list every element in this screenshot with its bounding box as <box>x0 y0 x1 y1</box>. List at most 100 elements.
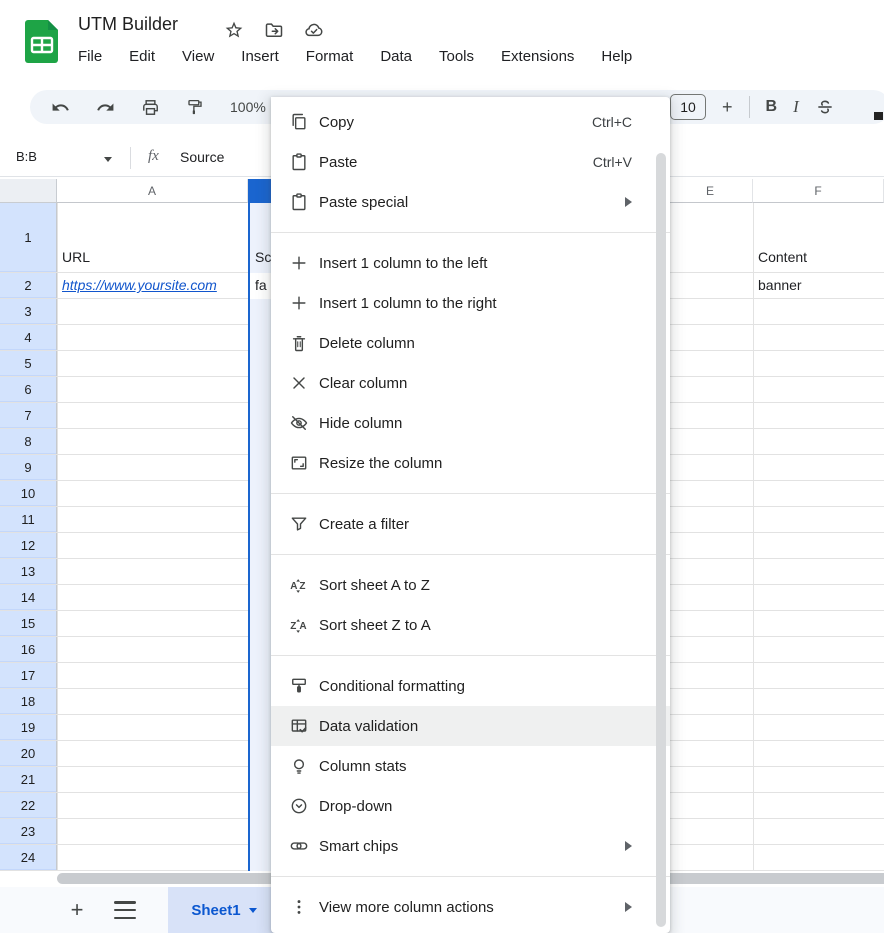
row-header-8[interactable]: 8 <box>0 429 57 454</box>
formula-bar-divider <box>130 147 131 169</box>
column-stats-icon <box>287 754 311 778</box>
row-header-5[interactable]: 5 <box>0 351 57 376</box>
copy-icon <box>287 110 311 134</box>
column-header-a[interactable]: A <box>57 179 248 203</box>
bold-button[interactable]: B <box>766 98 778 116</box>
row-header-16[interactable]: 16 <box>0 637 57 662</box>
cell-a2-link[interactable]: https://www.yoursite.com <box>62 277 217 293</box>
submenu-arrow-icon <box>625 841 632 851</box>
star-icon[interactable] <box>224 20 244 40</box>
clipped-toolbar-icon <box>874 112 883 120</box>
gridline <box>753 203 754 871</box>
menu-item-column-stats[interactable]: Column stats <box>271 746 670 786</box>
selected-column-tint <box>250 203 271 871</box>
menu-item-label: Column stats <box>319 758 632 775</box>
menubar-item-data[interactable]: Data <box>378 46 414 67</box>
menu-item-label: Insert 1 column to the right <box>319 295 632 312</box>
menubar-item-file[interactable]: File <box>76 46 104 67</box>
menu-item-create-a-filter[interactable]: Create a filter <box>271 504 670 544</box>
row-header-13[interactable]: 13 <box>0 559 57 584</box>
undo-icon[interactable] <box>50 97 70 117</box>
menu-item-label: Create a filter <box>319 516 632 533</box>
name-box[interactable]: B:B <box>16 149 37 164</box>
cloud-saved-icon[interactable] <box>304 20 324 40</box>
row-header-1[interactable]: 1 <box>0 203 57 272</box>
increase-font-size-button[interactable]: + <box>722 97 733 118</box>
menu-item-insert-1-column-to-the-right[interactable]: Insert 1 column to the right <box>271 283 670 323</box>
row-header-17[interactable]: 17 <box>0 663 57 688</box>
sheet-tab-chevron-icon[interactable] <box>249 908 257 913</box>
row-header-20[interactable]: 20 <box>0 741 57 766</box>
menubar-item-tools[interactable]: Tools <box>437 46 476 67</box>
menu-item-label: Insert 1 column to the left <box>319 255 632 272</box>
menubar-item-format[interactable]: Format <box>304 46 356 67</box>
menu-item-data-validation[interactable]: Data validation <box>271 706 670 746</box>
row-header-15[interactable]: 15 <box>0 611 57 636</box>
menu-item-sort-sheet-z-to-a[interactable]: ZASort sheet Z to A <box>271 605 670 645</box>
paint-format-icon[interactable] <box>185 97 205 117</box>
menu-item-insert-1-column-to-the-left[interactable]: Insert 1 column to the left <box>271 243 670 283</box>
formula-input[interactable]: Source <box>180 149 224 165</box>
row-header-21[interactable]: 21 <box>0 767 57 792</box>
sheets-logo-icon[interactable] <box>24 18 60 64</box>
menu-item-resize-the-column[interactable]: Resize the column <box>271 443 670 483</box>
move-folder-icon[interactable] <box>264 20 284 40</box>
document-title[interactable]: UTM Builder <box>78 14 178 35</box>
menubar-item-help[interactable]: Help <box>599 46 634 67</box>
svg-text:A: A <box>299 621 306 632</box>
cell-f1[interactable]: Content <box>758 249 807 265</box>
all-sheets-menu-icon[interactable] <box>114 901 136 919</box>
sheet-tab-active[interactable]: Sheet1 <box>168 887 280 933</box>
context-menu-scrollbar-thumb[interactable] <box>656 153 666 927</box>
menu-item-sort-sheet-a-to-z[interactable]: AZSort sheet A to Z <box>271 565 670 605</box>
menu-item-hide-column[interactable]: Hide column <box>271 403 670 443</box>
sheet-tab-label: Sheet1 <box>191 902 240 919</box>
italic-button[interactable]: I <box>793 97 799 117</box>
name-box-chevron-icon[interactable] <box>104 157 112 162</box>
row-header-9[interactable]: 9 <box>0 455 57 480</box>
menu-item-label: Drop-down <box>319 798 632 815</box>
menu-item-paste-special[interactable]: Paste special <box>271 182 670 222</box>
menu-item-delete-column[interactable]: Delete column <box>271 323 670 363</box>
row-header-2[interactable]: 2 <box>0 273 57 298</box>
menubar-item-insert[interactable]: Insert <box>239 46 281 67</box>
cell-b2-partial[interactable]: fa <box>255 277 267 293</box>
filter-icon <box>287 512 311 536</box>
menubar-item-extensions[interactable]: Extensions <box>499 46 576 67</box>
cell-b1-partial[interactable]: Sc <box>255 249 271 265</box>
menu-item-drop-down[interactable]: Drop-down <box>271 786 670 826</box>
menu-item-copy[interactable]: CopyCtrl+C <box>271 102 670 142</box>
menu-divider <box>271 493 670 494</box>
row-header-22[interactable]: 22 <box>0 793 57 818</box>
row-header-23[interactable]: 23 <box>0 819 57 844</box>
row-header-18[interactable]: 18 <box>0 689 57 714</box>
menu-item-clear-column[interactable]: Clear column <box>271 363 670 403</box>
select-all-corner[interactable] <box>0 179 57 203</box>
add-sheet-button[interactable]: + <box>62 895 92 925</box>
row-header-19[interactable]: 19 <box>0 715 57 740</box>
column-header-f[interactable]: F <box>753 179 884 203</box>
row-header-7[interactable]: 7 <box>0 403 57 428</box>
row-header-4[interactable]: 4 <box>0 325 57 350</box>
print-icon[interactable] <box>140 97 160 117</box>
row-header-11[interactable]: 11 <box>0 507 57 532</box>
row-header-3[interactable]: 3 <box>0 299 57 324</box>
font-size-value[interactable]: 10 <box>670 94 706 120</box>
row-header-6[interactable]: 6 <box>0 377 57 402</box>
row-header-12[interactable]: 12 <box>0 533 57 558</box>
cell-f2[interactable]: banner <box>758 277 802 293</box>
cell-a1[interactable]: URL <box>62 249 90 265</box>
column-header-e[interactable]: E <box>668 179 753 203</box>
row-header-24[interactable]: 24 <box>0 845 57 870</box>
strikethrough-icon[interactable] <box>815 97 835 117</box>
menu-item-smart-chips[interactable]: Smart chips <box>271 826 670 866</box>
redo-icon[interactable] <box>95 97 115 117</box>
row-header-14[interactable]: 14 <box>0 585 57 610</box>
paste-icon <box>287 150 311 174</box>
menubar-item-edit[interactable]: Edit <box>127 46 157 67</box>
menu-item-conditional-formatting[interactable]: Conditional formatting <box>271 666 670 706</box>
menu-item-paste[interactable]: PasteCtrl+V <box>271 142 670 182</box>
menubar-item-view[interactable]: View <box>180 46 216 67</box>
menu-item-view-more-column-actions[interactable]: View more column actions <box>271 887 670 927</box>
row-header-10[interactable]: 10 <box>0 481 57 506</box>
